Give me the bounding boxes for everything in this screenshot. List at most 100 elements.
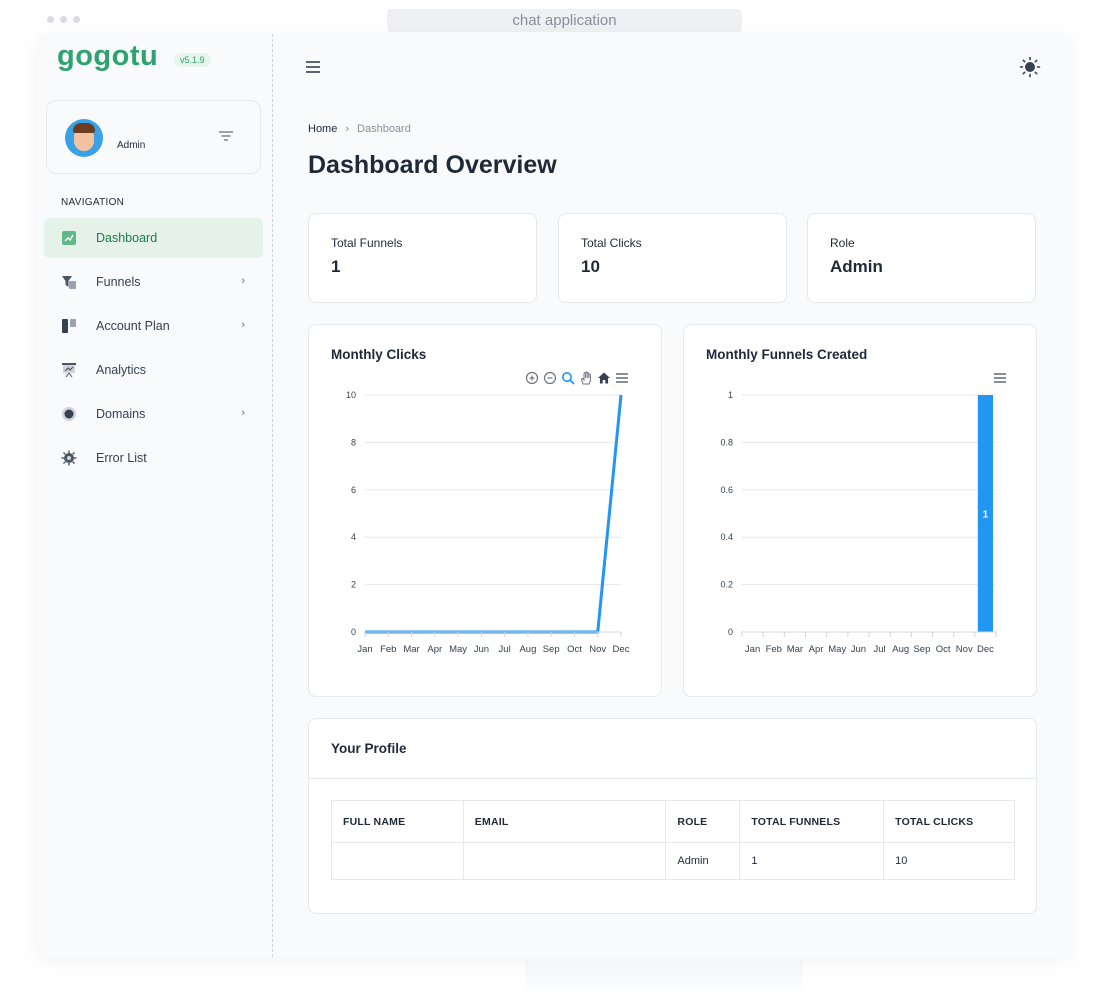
chevron-right-icon: › bbox=[241, 319, 245, 331]
sidebar-item-analytics[interactable]: Analytics bbox=[44, 350, 263, 390]
y-tick-label: 0 bbox=[728, 627, 733, 637]
sidebar-item-account-plan[interactable]: Account Plan › bbox=[44, 306, 263, 346]
table-cell: 10 bbox=[883, 842, 1015, 880]
version-badge: v5.1.9 bbox=[174, 53, 211, 67]
x-tick-label: Apr bbox=[427, 644, 442, 655]
stat-card-role: Role Admin bbox=[807, 213, 1036, 303]
x-tick-label: Oct bbox=[567, 644, 582, 655]
x-tick-label: Jun bbox=[474, 644, 489, 655]
divider bbox=[309, 778, 1036, 779]
hamburger-menu-icon[interactable] bbox=[305, 60, 321, 74]
sidebar-item-dashboard[interactable]: Dashboard bbox=[44, 218, 263, 258]
x-tick-label: Feb bbox=[766, 644, 782, 655]
sidebar-item-label: Account Plan bbox=[96, 319, 170, 333]
theme-toggle-icon[interactable] bbox=[1019, 56, 1041, 78]
series-line bbox=[365, 394, 623, 634]
stat-value: Admin bbox=[830, 257, 883, 276]
nav-heading: NAVIGATION bbox=[61, 197, 125, 208]
y-tick-label: 6 bbox=[351, 485, 356, 495]
stat-label: Role bbox=[830, 236, 855, 250]
monthly-clicks-chart: 0 2 4 6 8 10 Jan Feb Mar Apr May Jun Jul Aug Sep Oct Nov… bbox=[346, 390, 630, 655]
x-tick-label: Sep bbox=[913, 644, 930, 655]
y-tick-label: 8 bbox=[351, 437, 356, 447]
table-header-row: FULL NAME EMAIL ROLE TOTAL FUNNELS TOTAL… bbox=[331, 800, 1015, 843]
x-tick-label: Jul bbox=[874, 644, 886, 655]
sidebar-item-label: Dashboard bbox=[96, 231, 158, 245]
chevron-right-icon: › bbox=[241, 407, 245, 419]
y-tick-label: 0.8 bbox=[720, 437, 733, 447]
sidebar-item-funnels[interactable]: Funnels › bbox=[44, 262, 263, 302]
brand-logo[interactable]: gogotu bbox=[57, 40, 158, 73]
address-bar[interactable]: chat application bbox=[387, 9, 742, 32]
sidebar-item-domains[interactable]: Domains › bbox=[44, 394, 263, 434]
y-tick-label: 1 bbox=[728, 390, 733, 400]
user-card: Admin bbox=[46, 100, 261, 174]
minimize-window-dot[interactable] bbox=[60, 16, 67, 23]
x-tick-label: Dec bbox=[613, 644, 630, 655]
x-tick-label: Jan bbox=[357, 644, 372, 655]
x-tick-label: Aug bbox=[519, 644, 536, 655]
profile-title: Your Profile bbox=[331, 741, 407, 756]
funnel-icon bbox=[61, 274, 77, 290]
table-cell: Admin bbox=[665, 842, 741, 880]
chevron-right-icon: › bbox=[241, 275, 245, 287]
x-tick-label: Mar bbox=[787, 644, 803, 655]
avatar[interactable] bbox=[65, 119, 103, 157]
x-tick-label: Jun bbox=[851, 644, 866, 655]
table-cell: 1 bbox=[739, 842, 885, 880]
column-header: ROLE bbox=[665, 800, 741, 843]
breadcrumb-home[interactable]: Home bbox=[308, 123, 337, 135]
column-header: EMAIL bbox=[462, 800, 667, 843]
y-tick-label: 4 bbox=[351, 532, 356, 542]
close-window-dot[interactable] bbox=[47, 16, 54, 23]
x-tick-label: Oct bbox=[936, 644, 951, 655]
y-tick-label: 0 bbox=[351, 627, 356, 637]
x-tick-label: Jul bbox=[499, 644, 511, 655]
sidebar: gogotu v5.1.9 Admin NAVIGATION Dashboard bbox=[37, 34, 273, 957]
app-window: gogotu v5.1.9 Admin NAVIGATION Dashboard bbox=[37, 34, 1071, 957]
monthly-funnels-card: Monthly Funnels Created 0 0.2 0.4 0.6 0.8 1 Ja… bbox=[683, 324, 1037, 697]
column-header: TOTAL FUNNELS bbox=[739, 800, 885, 843]
data-label: 1 bbox=[983, 510, 989, 521]
x-tick-label: Feb bbox=[380, 644, 396, 655]
y-tick-label: 10 bbox=[346, 390, 356, 400]
sidebar-item-error-list[interactable]: Error List bbox=[44, 438, 263, 478]
filter-icon[interactable] bbox=[218, 130, 234, 142]
sidebar-item-label: Error List bbox=[96, 451, 147, 465]
maximize-window-dot[interactable] bbox=[73, 16, 80, 23]
breadcrumb-current: Dashboard bbox=[357, 123, 411, 135]
stat-label: Total Funnels bbox=[331, 236, 403, 250]
x-tick-label: Aug bbox=[892, 644, 909, 655]
sidebar-item-label: Domains bbox=[96, 407, 146, 421]
user-name: Admin bbox=[117, 140, 146, 151]
plan-icon bbox=[61, 318, 77, 334]
breadcrumb: Home › Dashboard bbox=[308, 123, 411, 135]
presentation-icon bbox=[61, 362, 77, 378]
y-tick-label: 0.2 bbox=[720, 580, 733, 590]
column-header: TOTAL CLICKS bbox=[883, 800, 1015, 843]
column-header: FULL NAME bbox=[331, 800, 464, 843]
monthly-clicks-card: Monthly Clicks 0 2 4 6 8 10 Jan Feb Mar Apr May Jun… bbox=[308, 324, 662, 697]
table-cell bbox=[462, 842, 667, 880]
x-tick-label: Jan bbox=[745, 644, 760, 655]
page-shadow bbox=[525, 960, 803, 996]
page-title: Dashboard Overview bbox=[308, 151, 557, 179]
browser-chrome: chat application bbox=[0, 0, 1107, 34]
table-row: Admin 1 10 bbox=[331, 842, 1015, 880]
profile-card: Your Profile FULL NAME EMAIL ROLE TOTAL … bbox=[308, 718, 1037, 914]
sidebar-nav: Dashboard Funnels › Account Plan › Analy… bbox=[44, 218, 263, 482]
table-cell bbox=[331, 842, 464, 880]
x-tick-label: Nov bbox=[956, 644, 973, 655]
bug-icon bbox=[61, 450, 77, 466]
stat-label: Total Clicks bbox=[581, 236, 642, 250]
sidebar-item-label: Analytics bbox=[96, 363, 147, 377]
stat-card-total-clicks: Total Clicks 10 bbox=[558, 213, 787, 303]
y-tick-label: 0.4 bbox=[720, 532, 733, 542]
sidebar-item-label: Funnels bbox=[96, 275, 141, 289]
x-tick-label: May bbox=[449, 644, 467, 655]
window-controls bbox=[47, 16, 80, 23]
globe-icon bbox=[61, 406, 77, 422]
x-tick-label: Dec bbox=[977, 644, 994, 655]
stat-value: 10 bbox=[581, 257, 600, 276]
profile-table: FULL NAME EMAIL ROLE TOTAL FUNNELS TOTAL… bbox=[331, 800, 1015, 880]
